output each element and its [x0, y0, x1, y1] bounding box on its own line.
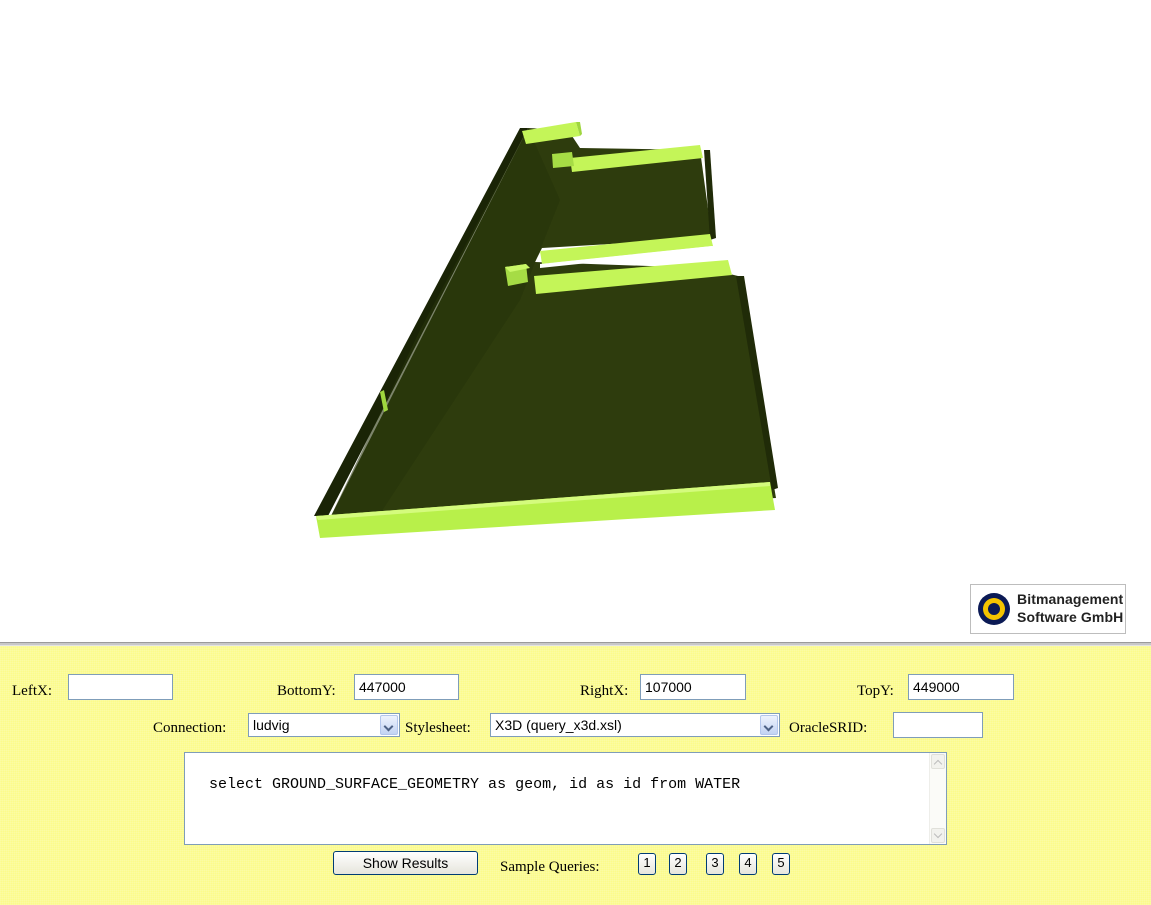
logo-ring-icon [978, 593, 1010, 625]
bottomy-input[interactable]: 447000 [354, 674, 459, 700]
leftx-input[interactable] [68, 674, 173, 700]
sample-query-button-5[interactable]: 5 [772, 853, 790, 875]
rightx-label: RightX: [580, 683, 629, 699]
water-surface-3d-model [314, 122, 778, 538]
show-results-button[interactable]: Show Results [333, 851, 478, 875]
x3d-viewport[interactable] [0, 0, 1151, 640]
sample-queries-label: Sample Queries: [500, 859, 600, 875]
stylesheet-select[interactable]: X3D (query_x3d.xsl) [490, 713, 780, 737]
scroll-up-icon[interactable] [931, 754, 945, 769]
sample-query-button-1[interactable]: 1 [638, 853, 656, 875]
sample-query-button-2[interactable]: 2 [669, 853, 687, 875]
logo-text-line2: Software GmbH [1017, 609, 1124, 625]
query-text: select GROUND_SURFACE_GEOMETRY as geom, … [209, 776, 741, 793]
rightx-input[interactable]: 107000 [640, 674, 746, 700]
sample-query-button-3[interactable]: 3 [706, 853, 724, 875]
chevron-down-icon[interactable] [380, 715, 398, 735]
oraclesrid-input[interactable] [893, 712, 983, 738]
connection-label: Connection: [153, 720, 227, 736]
scroll-down-icon[interactable] [931, 828, 945, 843]
topy-label: TopY: [857, 683, 894, 699]
bottomy-label: BottomY: [277, 683, 336, 699]
stylesheet-select-value: X3D (query_x3d.xsl) [495, 717, 622, 733]
sample-query-button-4[interactable]: 4 [739, 853, 757, 875]
query-textarea[interactable]: select GROUND_SURFACE_GEOMETRY as geom, … [184, 752, 947, 845]
bitmanagement-logo: Bitmanagement Software GmbH [970, 584, 1126, 634]
oraclesrid-label: OracleSRID: [789, 720, 868, 736]
query-scrollbar[interactable] [929, 753, 946, 844]
logo-text-line1: Bitmanagement [1017, 591, 1124, 607]
topy-input[interactable]: 449000 [908, 674, 1014, 700]
connection-select-value: ludvig [253, 717, 290, 733]
chevron-down-icon[interactable] [760, 715, 778, 735]
leftx-label: LeftX: [12, 683, 52, 699]
stylesheet-label: Stylesheet: [405, 720, 471, 736]
connection-select[interactable]: ludvig [248, 713, 400, 737]
